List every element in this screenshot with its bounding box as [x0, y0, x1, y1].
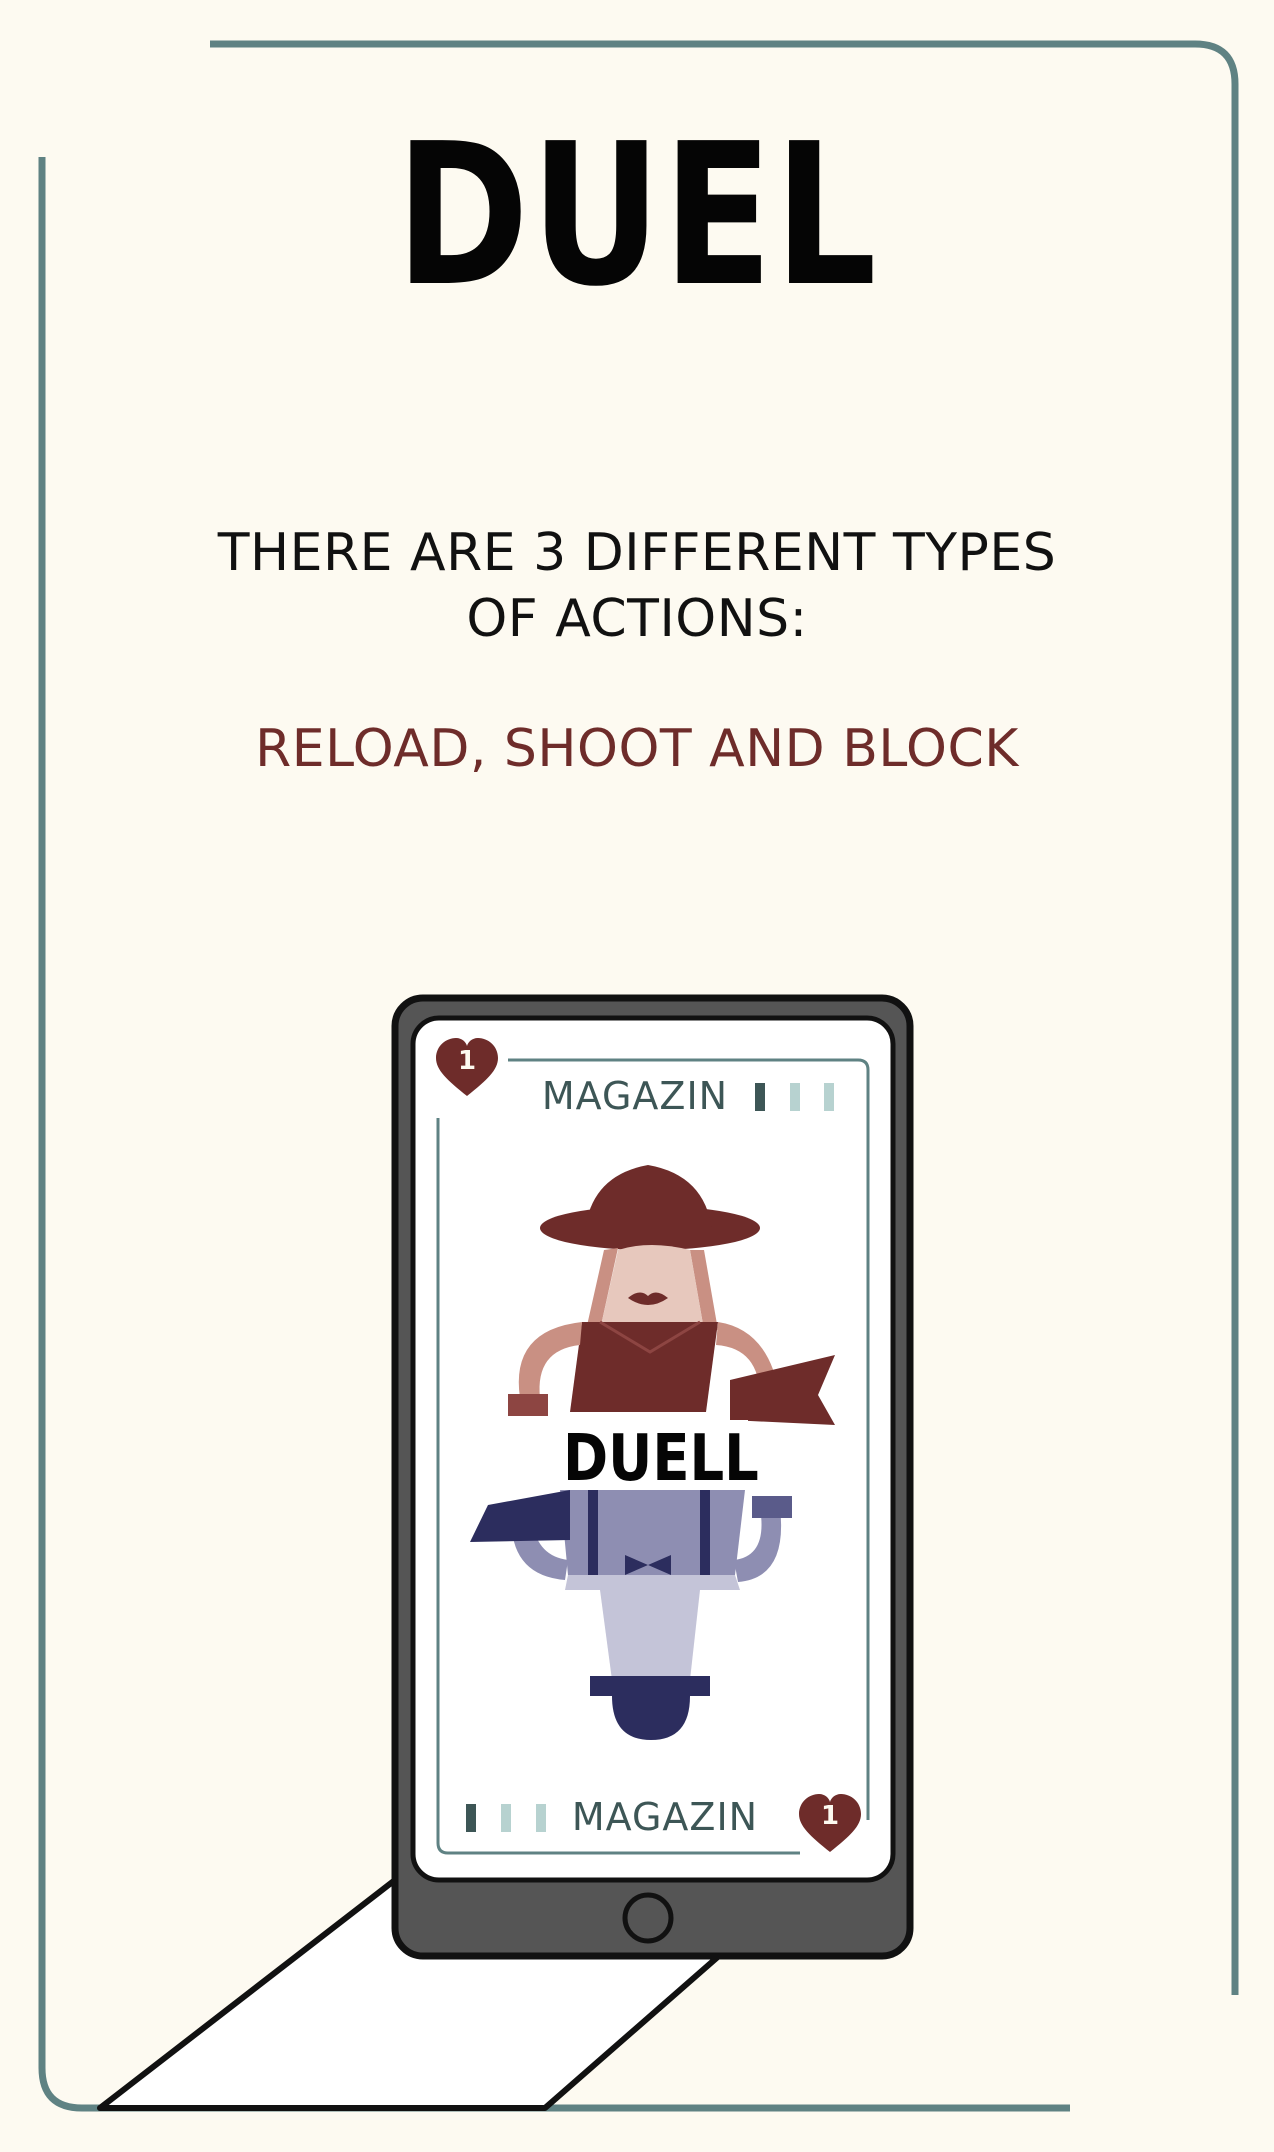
ammo-bar-2-top	[790, 1083, 800, 1111]
card-logo-text: DUELL	[563, 1422, 759, 1496]
ammo-bar-1-top	[755, 1083, 765, 1111]
ammo-bar-1-bottom	[466, 1804, 476, 1832]
card-bottom-value: 1	[820, 1801, 840, 1831]
game-screen: DUEL THERE ARE 3 DIFFERENT TYPES OF ACTI…	[0, 0, 1274, 2152]
card-bottom-label: MAGAZIN	[571, 1795, 759, 1839]
card-top-value: 1	[457, 1046, 477, 1076]
ammo-bar-3-top	[824, 1083, 834, 1111]
ammo-bar-2-bottom	[501, 1804, 511, 1832]
ammo-bar-3-bottom	[536, 1804, 546, 1832]
card-top-label: MAGAZIN	[541, 1074, 729, 1118]
